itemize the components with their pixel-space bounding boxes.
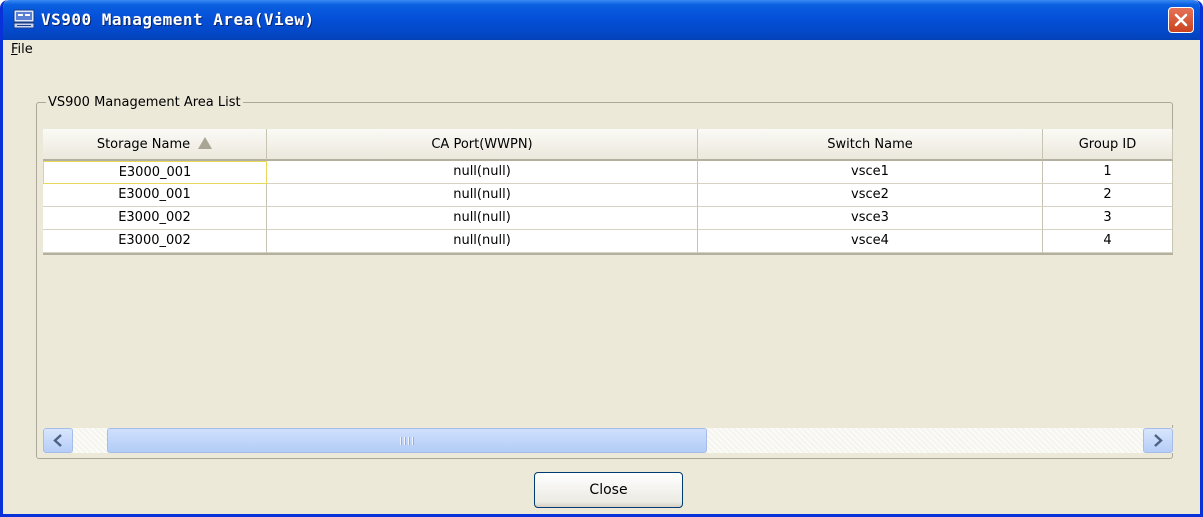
close-button[interactable]: Close <box>534 472 683 508</box>
chevron-left-icon <box>53 434 62 447</box>
scroll-track[interactable] <box>73 428 1143 453</box>
window-close-button[interactable] <box>1168 7 1194 33</box>
column-header-group-id[interactable]: Group ID <box>1043 129 1173 161</box>
title-bar[interactable]: VS900 Management Area(View) <box>3 0 1200 40</box>
cell-storage-name[interactable]: E3000_001 <box>43 184 267 207</box>
table-row[interactable]: E3000_002 null(null) vsce4 4 <box>43 230 1173 253</box>
management-area-table: Storage Name CA Port(WWPN) Switch Name G… <box>43 129 1173 425</box>
cell-group-id[interactable]: 2 <box>1043 184 1173 207</box>
horizontal-scrollbar[interactable] <box>43 428 1173 453</box>
cell-storage-name[interactable]: E3000_002 <box>43 207 267 230</box>
column-header-label: Storage Name <box>96 137 191 152</box>
storage-manager-icon <box>13 9 35 29</box>
cell-switch-name[interactable]: vsce4 <box>698 230 1043 253</box>
table-row[interactable]: E3000_002 null(null) vsce3 3 <box>43 207 1173 230</box>
cell-group-id[interactable]: 3 <box>1043 207 1173 230</box>
cell-storage-name[interactable]: E3000_002 <box>43 230 267 253</box>
cell-group-id[interactable]: 1 <box>1043 161 1173 184</box>
window-title: VS900 Management Area(View) <box>41 10 315 29</box>
cell-switch-name[interactable]: vsce2 <box>698 184 1043 207</box>
cell-switch-name[interactable]: vsce3 <box>698 207 1043 230</box>
cell-storage-name[interactable]: E3000_001 <box>43 161 267 184</box>
cell-ca-port[interactable]: null(null) <box>267 207 698 230</box>
column-header-label: CA Port(WWPN) <box>431 137 533 152</box>
table-bottom-border <box>43 253 1173 255</box>
group-title: VS900 Management Area List <box>46 95 243 110</box>
menu-bar: File <box>3 40 1200 62</box>
column-header-label: Switch Name <box>827 137 913 152</box>
table-row[interactable]: E3000_001 null(null) vsce2 2 <box>43 184 1173 207</box>
menu-file-label: ile <box>17 42 33 57</box>
cell-ca-port[interactable]: null(null) <box>267 184 698 207</box>
close-x-icon <box>1174 13 1188 27</box>
column-header-storage-name[interactable]: Storage Name <box>43 129 267 161</box>
chevron-right-icon <box>1154 434 1163 447</box>
grip-icon <box>400 437 414 445</box>
sort-ascending-icon <box>198 137 213 149</box>
cell-group-id[interactable]: 4 <box>1043 230 1173 253</box>
column-header-ca-port[interactable]: CA Port(WWPN) <box>267 129 698 161</box>
scroll-left-button[interactable] <box>43 428 73 453</box>
table-row[interactable]: E3000_001 null(null) vsce1 1 <box>43 161 1173 184</box>
scroll-right-button[interactable] <box>1143 428 1173 453</box>
scroll-thumb[interactable] <box>107 428 707 453</box>
column-header-label: Group ID <box>1078 137 1137 152</box>
menu-file[interactable]: File <box>11 42 33 57</box>
cell-ca-port[interactable]: null(null) <box>267 230 698 253</box>
column-header-switch-name[interactable]: Switch Name <box>698 129 1043 161</box>
cell-ca-port[interactable]: null(null) <box>267 161 698 184</box>
cell-switch-name[interactable]: vsce1 <box>698 161 1043 184</box>
dialog-window: VS900 Management Area(View) File VS900 M… <box>0 0 1203 517</box>
